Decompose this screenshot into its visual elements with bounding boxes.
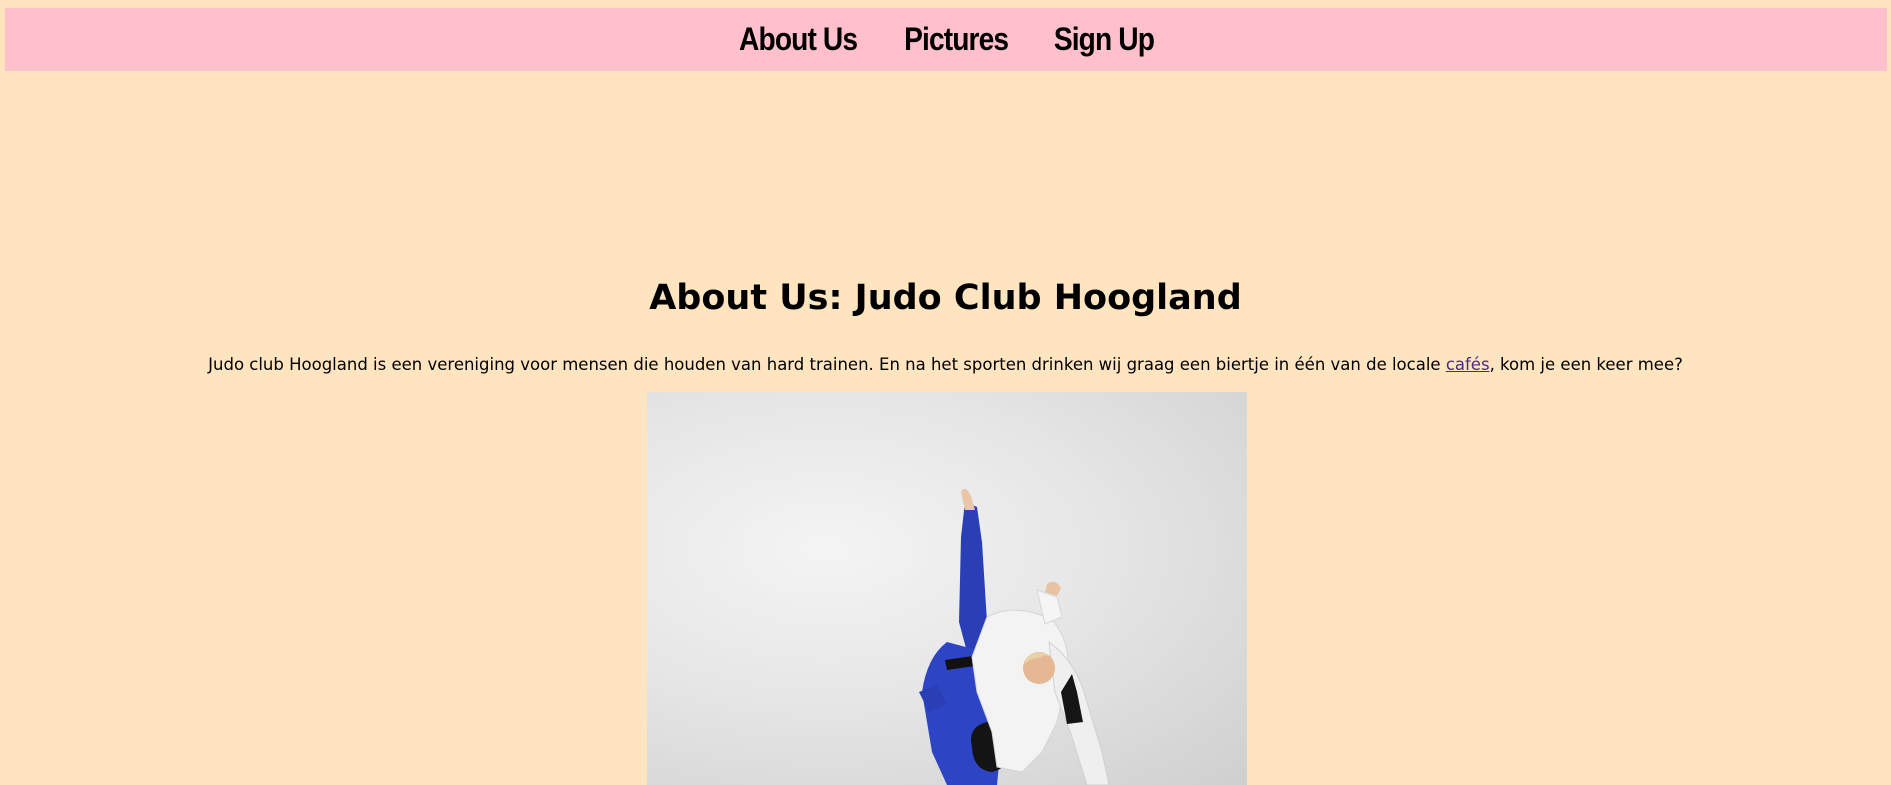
intro-text-end: , kom je een keer mee? [1489,355,1683,374]
cafes-link[interactable]: cafés [1446,355,1490,374]
intro-text-start: Judo club Hoogland is een vereniging voo… [208,355,1446,374]
nav-link-pictures[interactable]: Pictures [904,21,1009,58]
judo-throw-photo [647,392,1247,785]
nav-link-sign-up[interactable]: Sign Up [1054,21,1155,58]
blue-judoka-foot [961,488,975,510]
judo-throw-illustration [919,488,1110,785]
nav-link-about-us[interactable]: About Us [739,21,858,58]
intro-paragraph: Judo club Hoogland is een vereniging voo… [0,355,1891,374]
top-navigation: About Us Pictures Sign Up [5,8,1887,71]
page-title: About Us: Judo Club Hoogland [649,278,1242,318]
